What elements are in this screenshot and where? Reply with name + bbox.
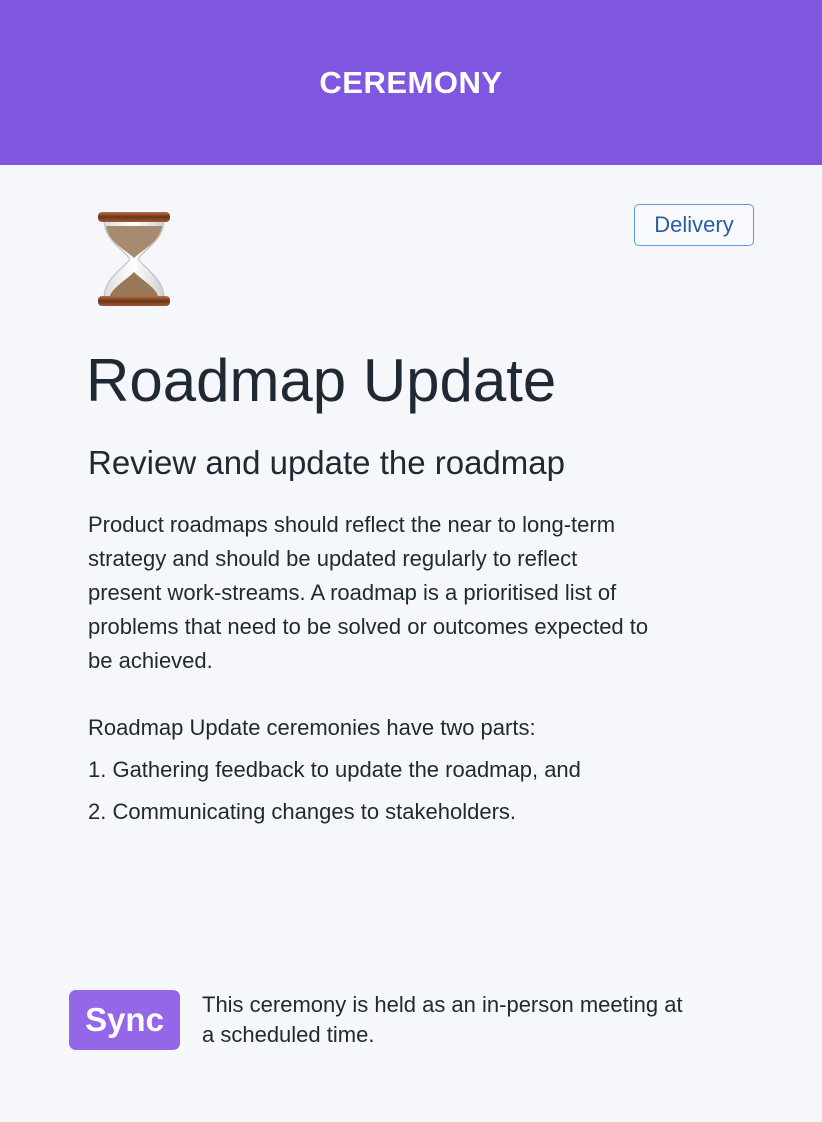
description: Product roadmaps should reflect the near… (88, 508, 648, 678)
hourglass-icon (98, 212, 170, 306)
header-banner: CEREMONY (0, 0, 822, 165)
list-item: 2. Communicating changes to stakeholders… (88, 799, 517, 824)
header-title: CEREMONY (319, 64, 503, 100)
page-title: Roadmap Update (86, 347, 557, 414)
sync-badge: Sync (69, 990, 180, 1050)
list-item: 1. Gathering feedback to update the road… (88, 757, 581, 782)
description-line: be achieved. (88, 648, 213, 673)
category-tag[interactable]: Delivery (634, 204, 754, 246)
parts-list: Roadmap Update ceremonies have two parts… (88, 711, 581, 837)
sync-description: This ceremony is held as an in-person me… (202, 990, 683, 1050)
description-line: problems that need to be solved or outco… (88, 614, 649, 639)
description-line: strategy and should be updated regularly… (88, 546, 578, 571)
description-line: present work-streams. A roadmap is a pri… (88, 580, 617, 605)
parts-intro: Roadmap Update ceremonies have two parts… (88, 715, 536, 740)
sync-description-line: This ceremony is held as an in-person me… (202, 992, 683, 1017)
page-subtitle: Review and update the roadmap (88, 444, 565, 481)
sync-description-line: a scheduled time. (202, 1022, 375, 1047)
description-line: Product roadmaps should reflect the near… (88, 512, 616, 537)
